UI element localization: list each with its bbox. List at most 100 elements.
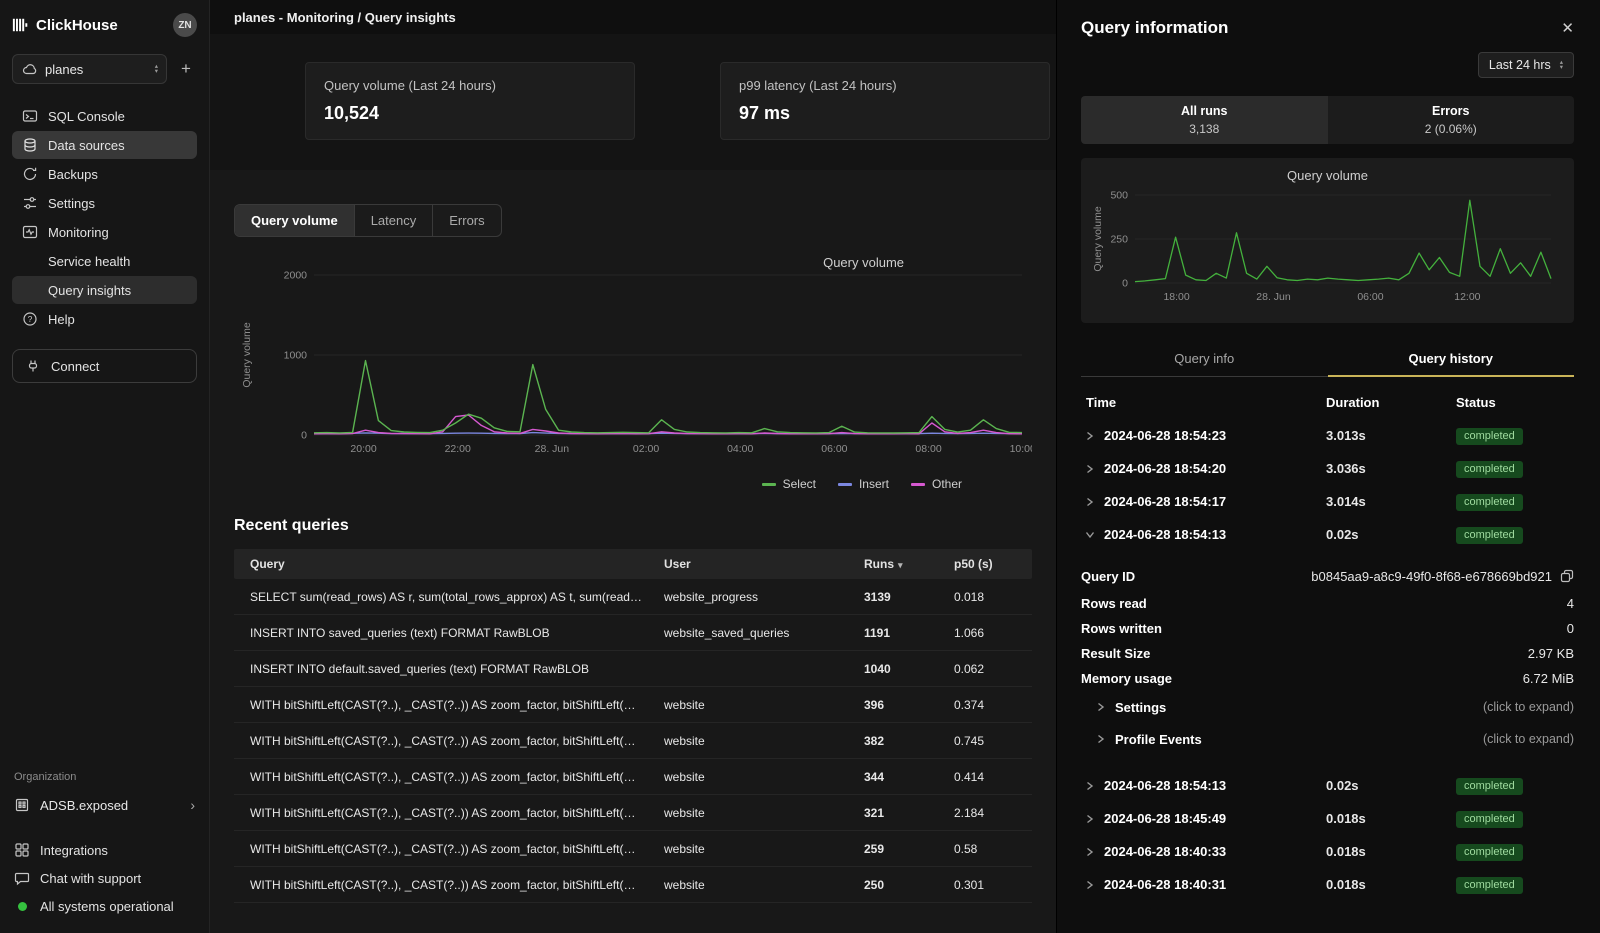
summary-all-runs[interactable]: All runs 3,138 [1081,96,1328,144]
summary-errors[interactable]: Errors 2 (0.06%) [1328,96,1575,144]
select-line-swatch [762,483,776,486]
system-status[interactable]: All systems operational [12,893,197,919]
table-row[interactable]: WITH bitShiftLeft(CAST(?..), _CAST(?..))… [234,867,1032,903]
table-row[interactable]: INSERT INTO default.saved_queries (text)… [234,651,1032,687]
sidebar-item-help[interactable]: ? Help [12,305,197,333]
time-range-dropdown[interactable]: Last 24 hrs ▴▾ [1478,52,1574,78]
sidebar-nav: SQL Console Data sources Backups Set [12,102,197,333]
sidebar-item-sql-console[interactable]: SQL Console [12,102,197,130]
chart-legend: Select Insert Other [234,477,1032,491]
column-header-duration[interactable]: Duration [1326,395,1456,410]
sidebar: ClickHouse ZN planes ▴▾ + SQL Console [0,0,210,933]
sidebar-item-service-health[interactable]: Service health [12,247,197,275]
p50-cell: 2.184 [944,806,1032,820]
table-row[interactable]: WITH bitShiftLeft(CAST(?..), _CAST(?..))… [234,723,1032,759]
svg-text:250: 250 [1110,234,1128,246]
column-header-query[interactable]: Query [234,557,654,571]
sidebar-item-integrations[interactable]: Integrations [12,837,197,863]
sidebar-item-data-sources[interactable]: Data sources [12,131,197,159]
column-header-status[interactable]: Status [1456,395,1574,410]
close-icon[interactable]: ✕ [1561,19,1574,37]
expandable-row[interactable]: Profile Events(click to expand) [1081,723,1574,755]
p50-cell: 0.58 [944,842,1032,856]
table-row[interactable]: WITH bitShiftLeft(CAST(?..), _CAST(?..))… [234,759,1032,795]
table-row[interactable]: WITH bitShiftLeft(CAST(?..), _CAST(?..))… [234,687,1032,723]
svg-text:06:00: 06:00 [1357,291,1383,303]
column-header-time[interactable]: Time [1081,395,1326,410]
tab-query-volume[interactable]: Query volume [235,205,355,236]
sidebar-item-query-insights[interactable]: Query insights [12,276,197,304]
avatar[interactable]: ZN [173,13,197,37]
table-row[interactable]: INSERT INTO saved_queries (text) FORMAT … [234,615,1032,651]
summary-label: All runs [1181,104,1228,118]
history-row[interactable]: 2024-06-28 18:54:130.02scompleted [1081,518,1574,551]
table-row[interactable]: WITH bitShiftLeft(CAST(?..), _CAST(?..))… [234,831,1032,867]
history-row[interactable]: 2024-06-28 18:40:330.018scompleted [1081,835,1574,868]
history-row[interactable]: 2024-06-28 18:45:490.018scompleted [1081,802,1574,835]
organization-switcher[interactable]: ADSB.exposed › [12,791,197,819]
tab-latency[interactable]: Latency [355,205,434,236]
pulse-icon [22,224,38,240]
detail-label: Result Size [1081,646,1150,661]
user-cell: website [654,770,854,784]
status-badge: completed [1456,877,1523,894]
tab-query-info[interactable]: Query info [1081,341,1328,376]
status-badge: completed [1456,844,1523,861]
history-time-text: 2024-06-28 18:54:13 [1104,778,1226,793]
sidebar-item-monitoring[interactable]: Monitoring [12,218,197,246]
summary-value: 3,138 [1189,122,1219,136]
history-time-text: 2024-06-28 18:40:33 [1104,844,1226,859]
history-row[interactable]: 2024-06-28 18:40:310.018scompleted [1081,868,1574,901]
tab-errors[interactable]: Errors [433,205,500,236]
stats-band: Query volume (Last 24 hours) 10,524 p99 … [210,34,1056,170]
legend-label: Other [932,477,962,491]
history-duration: 0.02s [1326,527,1456,542]
history-status: completed [1456,875,1574,894]
history-status: completed [1456,842,1574,861]
expandable-label-text: Profile Events [1115,732,1202,747]
history-row[interactable]: 2024-06-28 18:54:173.014scompleted [1081,485,1574,518]
expandable-row[interactable]: Settings(click to expand) [1081,691,1574,723]
tab-query-history[interactable]: Query history [1328,341,1575,376]
query-cell: WITH bitShiftLeft(CAST(?..), _CAST(?..))… [234,734,654,748]
detail-value: 0 [1567,621,1574,636]
p50-cell: 0.018 [944,590,1032,604]
column-header-runs[interactable]: Runs▾ [854,557,944,571]
history-row[interactable]: 2024-06-28 18:54:233.013scompleted [1081,419,1574,452]
table-row[interactable]: SELECT sum(read_rows) AS r, sum(total_ro… [234,579,1032,615]
legend-select[interactable]: Select [762,477,816,491]
terminal-icon [22,108,38,124]
sidebar-item-label: Help [48,312,75,327]
runs-cell: 382 [854,734,944,748]
table-row[interactable]: WITH bitShiftLeft(CAST(?..), _CAST(?..))… [234,795,1032,831]
status-badge: completed [1456,428,1523,445]
organization-label: Organization [14,771,195,783]
query-id-row: Query IDb0845aa9-a8c9-49f0-8f68-e678669b… [1081,561,1574,591]
help-icon: ? [22,311,38,327]
history-row[interactable]: 2024-06-28 18:54:203.036scompleted [1081,452,1574,485]
query-cell: WITH bitShiftLeft(CAST(?..), _CAST(?..))… [234,842,654,856]
query-cell: INSERT INTO default.saved_queries (text)… [234,662,654,676]
history-row[interactable]: 2024-06-28 18:54:130.02scompleted [1081,769,1574,802]
column-header-user[interactable]: User [654,557,854,571]
connect-button[interactable]: Connect [12,349,197,383]
runs-cell: 259 [854,842,944,856]
sidebar-item-settings[interactable]: Settings [12,189,197,217]
copy-icon[interactable] [1560,569,1574,583]
legend-insert[interactable]: Insert [838,477,889,491]
svg-text:20:00: 20:00 [350,443,376,455]
chevron-right-icon [1086,880,1094,890]
history-time: 2024-06-28 18:54:17 [1081,494,1326,509]
expandable-label: Settings [1097,700,1166,715]
history-duration: 0.02s [1326,778,1456,793]
sidebar-item-chat-support[interactable]: Chat with support [12,865,197,891]
sliders-icon [22,195,38,211]
user-cell: website_saved_queries [654,626,854,640]
legend-other[interactable]: Other [911,477,962,491]
add-service-button[interactable]: + [175,57,197,81]
expandable-label: Profile Events [1097,732,1202,747]
service-selector[interactable]: planes ▴▾ [12,54,167,84]
history-body: 2024-06-28 18:54:233.013scompleted2024-0… [1081,419,1574,901]
column-header-p50[interactable]: p50 (s) [944,557,1032,571]
sidebar-item-backups[interactable]: Backups [12,160,197,188]
